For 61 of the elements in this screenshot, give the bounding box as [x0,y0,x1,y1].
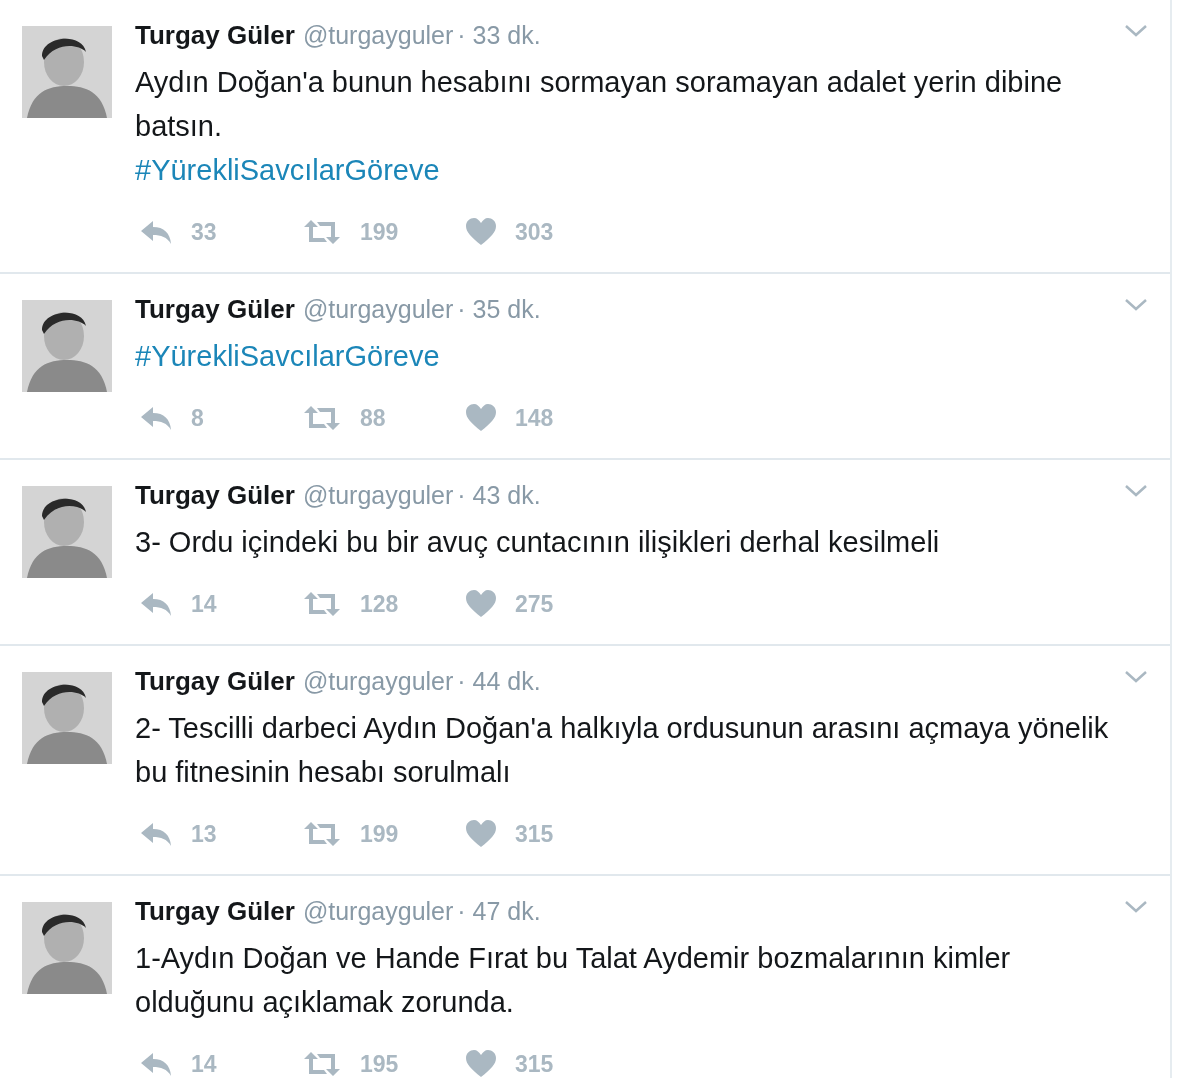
chevron-down-icon[interactable] [1124,900,1148,914]
chevron-down-icon[interactable] [1124,484,1148,498]
avatar-icon [22,300,112,392]
author-name[interactable]: Turgay Güler [135,894,295,928]
author-name[interactable]: Turgay Güler [135,18,295,52]
author-handle[interactable]: @turgayguler [302,894,454,928]
chevron-down-icon[interactable] [1124,298,1148,312]
reply-button[interactable]: 13 [135,820,298,848]
tweet-time[interactable]: · 47 dk. [457,894,541,928]
reply-icon [139,821,173,847]
like-button[interactable]: 315 [461,820,624,848]
like-button[interactable]: 148 [461,404,624,432]
heart-icon [465,820,497,848]
reply-button[interactable]: 8 [135,404,298,432]
reply-icon [139,1051,173,1077]
tweet-time[interactable]: · 33 dk. [457,18,541,52]
tweet-time[interactable]: · 44 dk. [457,664,541,698]
retweet-button[interactable]: 128 [298,590,461,618]
retweet-icon [302,219,342,245]
avatar-icon [22,672,112,764]
author-handle[interactable]: @turgayguler [302,664,454,698]
chevron-down-icon[interactable] [1124,670,1148,684]
reply-icon [139,405,173,431]
retweet-button[interactable]: 199 [298,820,461,848]
retweet-button[interactable]: 195 [298,1050,461,1078]
retweet-icon [302,1051,342,1077]
tweet-text: 1-Aydın Doğan ve Hande Fırat bu Talat Aydemir bozmalarının kimler olduğunu açıklamak zorunda. [135,941,1012,1020]
tweet-time[interactable]: · 35 dk. [457,292,541,326]
author-name[interactable]: Turgay Güler [135,292,295,326]
reply-button[interactable]: 33 [135,218,298,246]
like-button[interactable]: 275 [461,590,624,618]
chevron-down-icon[interactable] [1124,24,1148,38]
hashtag-link[interactable]: #YürekliSavcılarGöreve [135,334,1120,378]
author-handle[interactable]: @turgayguler [302,478,454,512]
reply-button[interactable]: 14 [135,1050,298,1078]
tweet-time[interactable]: · 43 dk. [457,478,541,512]
retweet-icon [302,821,342,847]
avatar-icon [22,486,112,578]
heart-icon [465,404,497,432]
retweet-button[interactable]: 199 [298,218,461,246]
tweet-text: 2- Tescilli darbeci Aydın Doğan'a halkıyla ordusunun arasını açmaya yönelik bu fitnesinin hesabı sorulmalı [135,711,1110,790]
author-handle[interactable]: @turgayguler [302,18,454,52]
avatar-icon [22,902,112,994]
heart-icon [465,1050,497,1078]
author-name[interactable]: Turgay Güler [135,664,295,698]
like-button[interactable]: 315 [461,1050,624,1078]
like-button[interactable]: 303 [461,218,624,246]
tweet-text: 3- Ordu içindeki bu bir avuç cuntacının ilişikleri derhal kesilmeli [135,525,941,560]
retweet-icon [302,591,342,617]
heart-icon [465,590,497,618]
author-name[interactable]: Turgay Güler [135,478,295,512]
reply-icon [139,591,173,617]
reply-button[interactable]: 14 [135,590,298,618]
reply-icon [139,219,173,245]
tweet-text: Aydın Doğan'a bunun hesabını sormayan soramayan adalet yerin dibine batsın. [135,65,1064,144]
author-handle[interactable]: @turgayguler [302,292,454,326]
retweet-icon [302,405,342,431]
hashtag-link[interactable]: #YürekliSavcılarGöreve [135,148,1120,192]
retweet-button[interactable]: 88 [298,404,461,432]
avatar-icon [22,26,112,118]
heart-icon [465,218,497,246]
